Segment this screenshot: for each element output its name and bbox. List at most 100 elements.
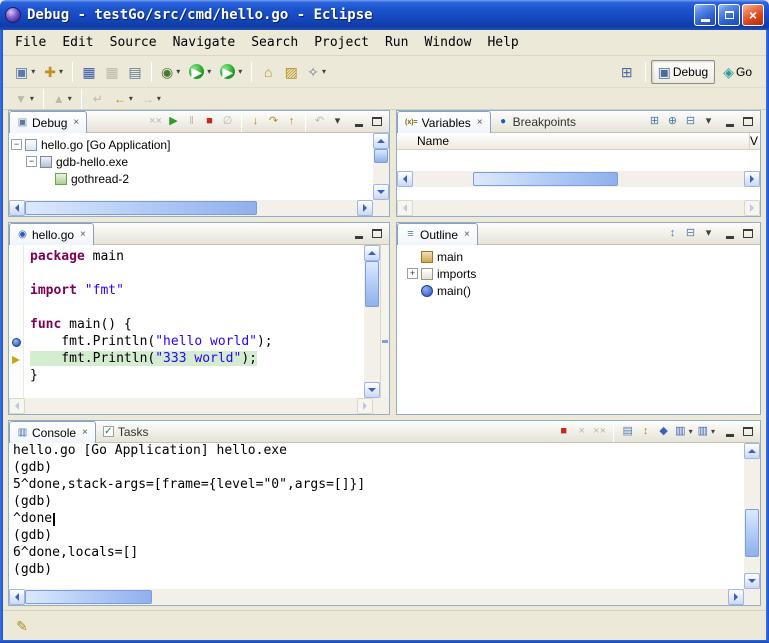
scroll-left-button[interactable] [9, 200, 25, 216]
variables-detail-pane[interactable] [397, 187, 760, 216]
editor-ruler-row[interactable] [9, 266, 23, 283]
horizontal-scrollbar[interactable] [9, 200, 373, 216]
column-name[interactable]: Name [397, 133, 750, 149]
forward-dropdown[interactable]: ▾ [157, 94, 161, 103]
code-area[interactable]: package mainimport "fmt"func main() { fm… [24, 245, 364, 398]
scroll-up-button[interactable] [373, 133, 389, 149]
forward-button[interactable]: →▾ [138, 90, 165, 108]
debug-perspective-button[interactable]: ▣Debug [651, 60, 716, 84]
scroll-lock-button[interactable]: ↕ [637, 423, 654, 441]
menu-project[interactable]: Project [306, 33, 377, 52]
horizontal-scrollbar[interactable] [9, 589, 744, 605]
open-perspective-button[interactable]: ⊞ [614, 60, 640, 84]
previous-annotation-button[interactable]: ▲▾ [49, 90, 76, 108]
minimize-view-button[interactable] [351, 114, 366, 129]
maximize-view-button[interactable] [740, 424, 755, 439]
horizontal-scrollbar-disabled[interactable] [9, 398, 373, 414]
open-console-button[interactable]: ▥▾ [696, 423, 717, 441]
editor-ruler-row[interactable] [9, 334, 23, 351]
maximize-button[interactable] [718, 4, 740, 26]
sort-button[interactable]: ↕ [664, 225, 681, 243]
go-perspective-button[interactable]: ◈Go [716, 60, 759, 84]
close-icon[interactable]: × [73, 118, 79, 128]
open-resource-button[interactable]: ▨ [280, 60, 302, 84]
menu-source[interactable]: Source [102, 33, 165, 52]
scroll-track[interactable] [373, 149, 389, 184]
menu-help[interactable]: Help [479, 33, 526, 52]
minimize-view-button[interactable] [722, 226, 737, 241]
save-button[interactable]: ▦ [78, 60, 100, 84]
suspend-button[interactable]: ‖ [183, 113, 200, 131]
code-line[interactable]: fmt.Println("hello world"); [30, 334, 364, 351]
pin-console-button[interactable]: ◆ [655, 423, 672, 441]
run-external-tools-button[interactable]: ▶▾ [216, 60, 246, 84]
close-icon[interactable]: × [464, 230, 470, 240]
scroll-track[interactable] [413, 200, 744, 216]
tree-item[interactable]: −hello.go [Go Application] [9, 136, 373, 153]
previous-annotation-dropdown[interactable]: ▾ [68, 94, 72, 103]
scroll-track[interactable] [25, 200, 357, 216]
collapse-all-button[interactable]: ⊟ [682, 113, 699, 131]
maximize-view-button[interactable] [369, 226, 384, 241]
save-all-button[interactable]: ▦ [101, 60, 123, 84]
code-line[interactable] [30, 300, 364, 317]
run-button[interactable]: ▶▾ [185, 60, 215, 84]
tree-item[interactable]: +imports [405, 265, 760, 282]
column-value[interactable]: V [750, 133, 760, 149]
minimize-view-button[interactable] [722, 114, 737, 129]
vertical-scrollbar[interactable] [364, 245, 380, 398]
vertical-scrollbar[interactable] [744, 443, 760, 589]
next-annotation-dropdown[interactable]: ▾ [30, 94, 34, 103]
scroll-track[interactable] [25, 398, 357, 414]
fast-view-button[interactable]: ✎ [11, 614, 33, 638]
debug-button[interactable]: ◉▾ [157, 60, 184, 84]
code-line[interactable]: } [30, 368, 364, 385]
editor-ruler-row[interactable] [9, 300, 23, 317]
view-menu-button[interactable]: ▾ [700, 225, 717, 243]
scroll-left-button[interactable] [397, 171, 413, 187]
minimize-view-button[interactable] [351, 226, 366, 241]
console-output[interactable]: hello.go [Go Application] hello.exe (gdb… [9, 443, 744, 589]
debug-dropdown[interactable]: ▾ [176, 67, 180, 76]
step-into-button[interactable]: ↓ [247, 113, 264, 131]
annotation-mark[interactable] [382, 340, 388, 343]
tab-debug[interactable]: ▣ Debug × [9, 111, 87, 133]
scroll-track[interactable] [25, 589, 728, 605]
menu-search[interactable]: Search [243, 33, 306, 52]
scroll-thumb[interactable] [745, 509, 759, 557]
code-line[interactable]: package main [30, 249, 364, 266]
tab-outline[interactable]: ≡ Outline × [397, 223, 478, 245]
disconnect-button[interactable]: ∅ [219, 113, 236, 131]
minimize-view-button[interactable] [722, 424, 737, 439]
editor-ruler-row[interactable] [9, 249, 23, 266]
run-external-tools-dropdown[interactable]: ▾ [238, 67, 242, 76]
scroll-thumb[interactable] [365, 261, 379, 307]
close-icon[interactable]: × [80, 230, 86, 240]
editor-ruler[interactable] [9, 245, 24, 398]
menu-navigate[interactable]: Navigate [165, 33, 244, 52]
step-return-button[interactable]: ↑ [283, 113, 300, 131]
clear-console-button[interactable]: ▤ [619, 423, 636, 441]
menu-edit[interactable]: Edit [54, 33, 101, 52]
variables-tree[interactable] [397, 150, 760, 171]
scroll-left-button[interactable] [9, 398, 25, 414]
scroll-up-button[interactable] [744, 443, 760, 459]
maximize-view-button[interactable] [740, 114, 755, 129]
print-button[interactable]: ▤ [124, 60, 146, 84]
overview-ruler[interactable] [380, 245, 389, 398]
tree-item[interactable]: main() [405, 282, 760, 299]
tab-tasks[interactable]: ✓ Tasks [96, 421, 156, 442]
run-dropdown[interactable]: ▾ [207, 67, 211, 76]
maximize-view-button[interactable] [740, 226, 755, 241]
scroll-thumb[interactable] [374, 149, 388, 163]
scroll-track[interactable] [364, 261, 380, 382]
tab-console[interactable]: ▥ Console × [9, 421, 96, 443]
tree-item[interactable]: −gdb-hello.exe [9, 153, 373, 170]
tree-item[interactable]: gothread-2 [9, 170, 373, 187]
editor-ruler-row[interactable] [9, 317, 23, 334]
horizontal-scrollbar-disabled[interactable] [397, 200, 760, 216]
next-annotation-button[interactable]: ▼▾ [11, 90, 38, 108]
open-console-dropdown[interactable]: ▾ [711, 427, 715, 436]
scroll-right-button[interactable] [744, 200, 760, 216]
scroll-down-button[interactable] [373, 184, 389, 200]
